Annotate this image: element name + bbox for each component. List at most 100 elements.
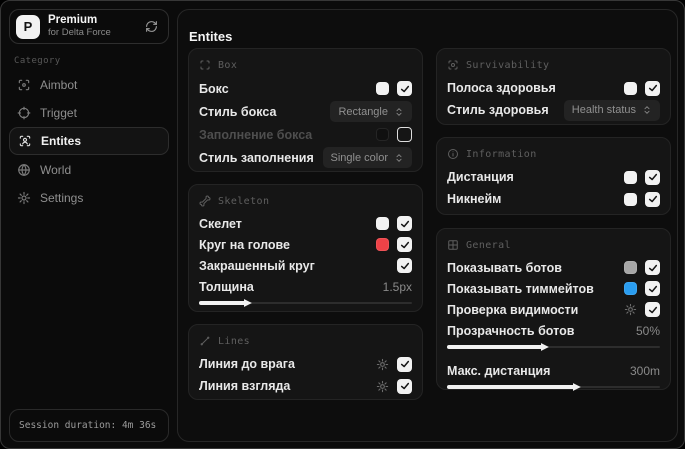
setting-row: Показывать ботов (447, 257, 660, 278)
line-settings-gear-icon[interactable] (376, 358, 389, 371)
color-swatch[interactable] (624, 170, 637, 184)
row-controls (376, 356, 412, 372)
slider-thumb[interactable] (243, 299, 252, 307)
row-controls (376, 81, 412, 96)
page-title: Entites (189, 29, 233, 44)
checkbox[interactable] (645, 302, 660, 317)
checkbox[interactable] (397, 127, 412, 142)
color-swatch[interactable] (624, 261, 637, 274)
thickness-slider[interactable] (199, 298, 412, 308)
chevrons-up-down-icon (396, 153, 402, 162)
setting-label: Прозрачность ботов (447, 323, 575, 338)
sidebar-item-world[interactable]: World (9, 156, 169, 184)
bone-icon (199, 195, 211, 207)
setting-row: Проверка видимости (447, 299, 660, 320)
check-icon (400, 262, 409, 269)
setting-label: Стиль здоровья (447, 103, 549, 117)
check-icon (648, 285, 657, 292)
check-icon (648, 306, 657, 313)
sidebar-item-entites[interactable]: Entites (9, 127, 169, 155)
session-duration: Session duration: 4m 36s (19, 420, 157, 431)
color-swatch[interactable] (376, 82, 389, 95)
setting-label: Линия взгляда (199, 379, 291, 393)
panel-general-header: General (447, 238, 660, 252)
setting-row: Круг на голове (199, 234, 412, 255)
health-style-dropdown[interactable]: Health status (563, 99, 660, 121)
checkbox[interactable] (645, 281, 660, 296)
dropdown-value: Rectangle (338, 105, 388, 118)
setting-row: Стиль бокса Rectangle (199, 100, 412, 123)
max-distance-slider[interactable] (447, 382, 660, 392)
category-label: Category (14, 56, 61, 66)
checkbox[interactable] (397, 237, 412, 252)
checkbox[interactable] (645, 169, 660, 185)
color-swatch[interactable] (376, 128, 389, 141)
slider-fill (447, 383, 581, 391)
checkbox[interactable] (645, 191, 660, 207)
box-style-dropdown[interactable]: Rectangle (330, 101, 412, 122)
setting-label: Стиль заполнения (199, 150, 314, 165)
bot-opacity-slider[interactable] (447, 342, 660, 352)
sidebar-item-label: Settings (40, 191, 84, 205)
color-swatch[interactable] (376, 217, 389, 230)
row-controls (397, 258, 412, 273)
sidebar: P Premium for Delta Force Category Aimbo… (1, 1, 177, 448)
checkbox[interactable] (397, 356, 412, 372)
slider-thumb[interactable] (540, 343, 549, 351)
row-controls (624, 281, 660, 296)
checkbox[interactable] (397, 258, 412, 273)
visibility-settings-gear-icon[interactable] (624, 303, 637, 316)
sidebar-item-settings[interactable]: Settings (9, 184, 169, 212)
checkbox[interactable] (397, 378, 412, 394)
sidebar-item-label: Entites (41, 134, 82, 148)
checkbox[interactable] (397, 81, 412, 96)
checkbox[interactable] (645, 80, 660, 96)
checkbox[interactable] (645, 260, 660, 275)
panel-title: Information (466, 148, 537, 160)
setting-value: 50% (635, 323, 660, 338)
globe-icon (18, 164, 30, 176)
sidebar-item-trigget[interactable]: Trigget (9, 99, 169, 127)
sidebar-item-aimbot[interactable]: Aimbot (9, 71, 169, 99)
panel-title: General (466, 239, 511, 251)
panel-title: Lines (218, 335, 251, 347)
slider-thumb[interactable] (572, 383, 581, 391)
check-icon (400, 85, 409, 92)
dropdown-value: Single color (330, 151, 388, 164)
setting-row: Дистанция (447, 166, 660, 188)
row-controls (376, 237, 412, 252)
session-card: Session duration: 4m 36s (9, 409, 169, 442)
row-controls (624, 169, 660, 185)
setting-row: Показывать тиммейтов (447, 278, 660, 299)
aimbot-icon (18, 79, 30, 91)
row-controls (376, 216, 412, 231)
row-controls (624, 260, 660, 275)
gear-icon (17, 191, 31, 205)
check-icon (648, 84, 657, 92)
panel-box: Box Бокс Стиль бокса Rectangle Заполнени… (188, 48, 423, 172)
fill-style-dropdown[interactable]: Single color (322, 147, 412, 168)
main-content: Entites Box Бокс Стиль бокса Rectangle З… (177, 9, 678, 442)
setting-value: 1.5px (382, 279, 412, 294)
setting-row: Скелет (199, 213, 412, 234)
setting-label: Закрашенный круг (199, 258, 315, 273)
panel-skeleton: Skeleton Скелет Круг на голове Закрашенн… (188, 184, 423, 312)
app-window: P Premium for Delta Force Category Aimbo… (0, 0, 685, 449)
box-scan-icon (200, 60, 210, 70)
row-controls (376, 378, 412, 394)
color-swatch[interactable] (624, 81, 637, 95)
color-swatch[interactable] (624, 282, 637, 295)
setting-label: Круг на голове (199, 237, 290, 252)
focus-icon (448, 60, 458, 70)
check-icon (400, 360, 409, 368)
color-swatch[interactable] (624, 192, 637, 206)
chevrons-up-down-icon (644, 106, 650, 114)
setting-label: Бокс (199, 81, 229, 96)
panel-general: General Показывать ботов Показывать тимм… (436, 228, 671, 392)
sync-icon[interactable] (145, 20, 158, 33)
line-settings-gear-icon[interactable] (376, 380, 389, 393)
checkbox[interactable] (397, 216, 412, 231)
setting-row: Линия до врага (199, 353, 412, 375)
setting-label: Стиль бокса (199, 104, 277, 119)
color-swatch[interactable] (376, 238, 389, 251)
